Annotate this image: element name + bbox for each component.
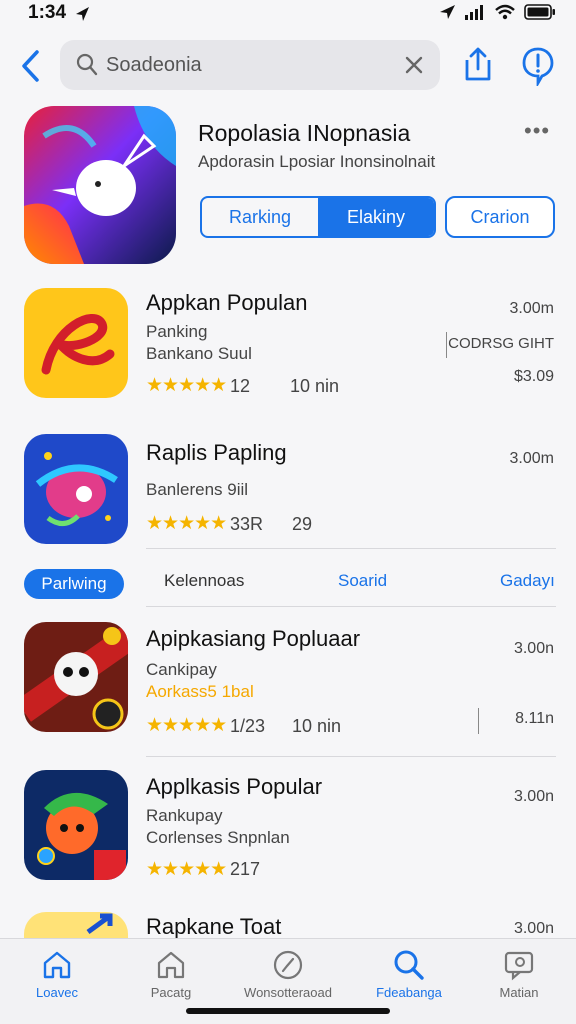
app-meta: 29 <box>292 514 313 534</box>
featured-app-title: Ropolasia INopnasia <box>198 120 411 146</box>
segment-ranking[interactable]: Rarking <box>202 198 318 236</box>
app-title: Appkan Populan <box>146 290 308 315</box>
search-input[interactable] <box>106 51 396 79</box>
rating-count: 33R <box>230 514 264 534</box>
home-icon <box>43 951 71 979</box>
app-size: 8.11n <box>515 710 554 727</box>
clear-icon[interactable] <box>404 55 424 75</box>
tab-label: Matian <box>499 985 539 1000</box>
tab-chat[interactable]: Matian <box>464 949 574 1000</box>
app-price: 3.00m <box>509 450 554 467</box>
house-icon <box>157 951 185 979</box>
app-list-item[interactable]: Raplis Papling Banlerens 9iil ★★★★★ 33R … <box>0 434 576 550</box>
tab-home[interactable]: Loavec <box>2 949 112 1000</box>
featured-app-icon[interactable] <box>24 106 176 264</box>
tab-label: Fdeabanga <box>376 985 442 1000</box>
app-price: 3.00n <box>513 920 554 937</box>
featured-app-subtitle: Apdorasin Lposiar Inonsinolnait <box>198 152 436 171</box>
app-info: CODRSG GIHT <box>448 335 554 352</box>
crarion-button[interactable]: Crarion <box>445 196 555 238</box>
divider <box>146 548 556 549</box>
divider <box>478 708 479 734</box>
back-chevron-icon[interactable] <box>18 48 44 84</box>
rating-count: 1/23 <box>230 716 266 736</box>
star-rating-icon: ★★★★★ <box>146 715 227 736</box>
tab-compass[interactable]: Wonsotteraoad <box>233 949 343 1000</box>
rating-count: 217 <box>230 859 261 879</box>
category-tabs: Parlwing Kelennoas Soarid Gadayı <box>0 566 576 602</box>
app-size: $3.09 <box>513 368 554 385</box>
app-icon[interactable] <box>24 770 128 880</box>
more-options-button[interactable]: ••• <box>524 118 550 144</box>
tab-active[interactable]: Parlwing <box>24 569 124 599</box>
star-rating-icon: ★★★★★ <box>146 859 227 880</box>
app-icon[interactable] <box>24 912 128 938</box>
app-category: Panking <box>146 322 208 341</box>
tab-house[interactable]: Pacatg <box>116 949 226 1000</box>
app-icon[interactable] <box>24 288 128 398</box>
wifi-icon <box>495 4 515 20</box>
app-developer: Aorkass5 1bal <box>146 682 254 701</box>
star-rating-icon: ★★★★★ <box>146 375 227 396</box>
alert-icon[interactable] <box>520 46 556 86</box>
tab-label: Wonsotteraoad <box>244 985 332 1000</box>
compass-icon <box>273 950 303 980</box>
app-category: Banlerens 9iil <box>146 480 249 499</box>
app-icon[interactable] <box>24 434 128 544</box>
app-list-item[interactable]: Rapkane Toat 3.00n <box>0 912 576 938</box>
status-time: 1:34 <box>28 2 67 23</box>
app-list-item[interactable]: Apipkasiang Popluaar Cankipay Aorkass5 1… <box>0 622 576 742</box>
app-developer: Corlenses Snpnlan <box>146 828 290 847</box>
battery-icon <box>524 4 555 20</box>
app-category: Cankipay <box>146 660 217 679</box>
location-icon <box>440 5 455 19</box>
featured-app: Ropolasia INopnasia ••• Apdorasin Lposia… <box>0 106 576 272</box>
app-title: Rapkane Toat <box>146 914 282 938</box>
app-developer: Bankano Suul <box>146 344 252 363</box>
app-price: 3.00m <box>509 300 554 317</box>
divider <box>146 606 556 607</box>
app-list-item[interactable]: Appkan Populan Panking Bankano Suul ★★★★… <box>0 288 576 408</box>
divider <box>446 332 447 358</box>
app-icon[interactable] <box>24 622 128 732</box>
star-rating-icon: ★★★★★ <box>146 513 227 534</box>
tab-item[interactable]: Gadayı <box>500 571 555 591</box>
app-meta: 10 nin <box>292 716 342 736</box>
chat-icon <box>504 951 534 981</box>
app-category: Rankupay <box>146 806 223 825</box>
location-icon <box>76 7 89 21</box>
segmented-control: Rarking Elakiny <box>200 196 436 238</box>
segment-active[interactable]: Elakiny <box>318 198 434 236</box>
tab-search[interactable]: Fdeabanga <box>354 949 464 1000</box>
divider <box>146 756 556 757</box>
share-icon[interactable] <box>462 46 494 84</box>
app-title: Applkasis Popular <box>146 774 323 799</box>
tab-label: Loavec <box>36 985 78 1000</box>
app-price: 3.00n <box>513 640 554 657</box>
tab-item[interactable]: Kelennoas <box>164 571 244 591</box>
status-bar: 1:34 <box>0 0 576 30</box>
search-icon <box>394 950 424 980</box>
app-list-item[interactable]: Applkasis Popular Rankupay Corlenses Snp… <box>0 770 576 886</box>
rating-count: 12 <box>230 376 251 396</box>
app-meta: 10 nin <box>290 376 340 396</box>
search-icon <box>76 53 98 76</box>
app-title: Apipkasiang Popluaar <box>146 626 361 651</box>
app-title: Raplis Papling <box>146 440 287 465</box>
search-bar[interactable] <box>60 40 440 90</box>
signal-icon <box>465 5 483 20</box>
tab-label: Pacatg <box>150 985 192 1000</box>
home-indicator[interactable] <box>186 1008 390 1014</box>
status-icons <box>438 4 556 20</box>
tab-item[interactable]: Soarid <box>338 571 387 591</box>
app-price: 3.00n <box>513 788 554 805</box>
navigation-bar <box>0 40 576 92</box>
